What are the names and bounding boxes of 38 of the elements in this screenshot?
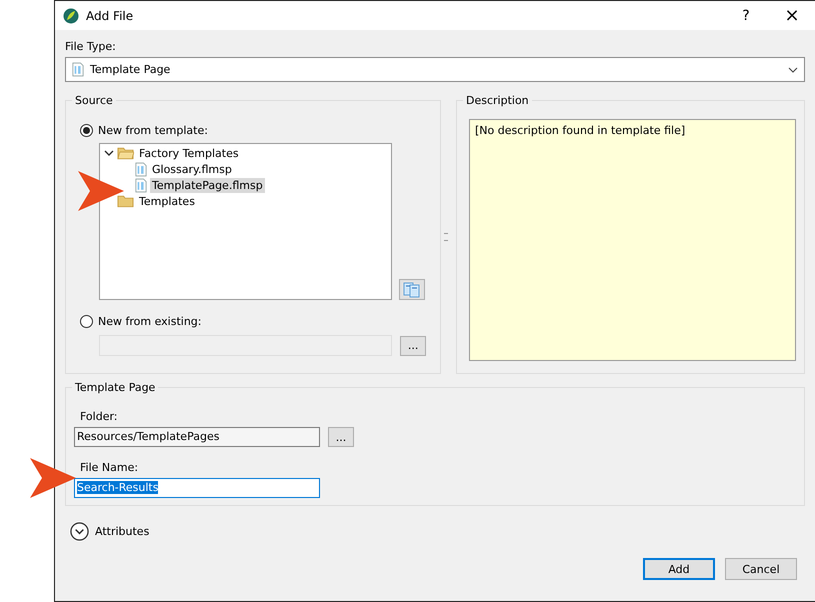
radio-button[interactable] xyxy=(80,124,93,136)
tree-item[interactable]: Factory Templates xyxy=(137,146,241,160)
attributes-label: Attributes xyxy=(95,525,150,538)
radio-button[interactable] xyxy=(80,314,93,328)
folder-field[interactable]: Resources/TemplatePages xyxy=(74,427,320,447)
tree-item[interactable]: TemplatePage.flmsp xyxy=(150,178,265,192)
help-button[interactable]: ? xyxy=(723,1,769,30)
expand-icon[interactable] xyxy=(70,522,89,541)
callout-arrow-icon xyxy=(78,171,124,211)
file-icon xyxy=(135,178,147,192)
callout-arrow-icon xyxy=(30,458,76,498)
chevron-icon[interactable] xyxy=(104,148,114,158)
tree-item[interactable]: Glossary.flmsp xyxy=(150,162,234,176)
leaf-logo-icon xyxy=(63,8,79,24)
file-icon xyxy=(72,62,84,77)
description-text: [No description found in template file] xyxy=(469,119,796,361)
field-label: File Name: xyxy=(80,461,138,474)
folder-icon xyxy=(117,194,134,208)
open-folder-icon xyxy=(117,146,134,160)
documents-icon xyxy=(403,282,421,298)
window-title: Add File xyxy=(86,8,134,22)
dialog-button[interactable]: Cancel xyxy=(725,558,797,580)
tree-item[interactable]: Templates xyxy=(137,194,197,208)
browse-button[interactable]: ... xyxy=(400,336,426,356)
file-name-field[interactable]: Search-Results xyxy=(74,478,320,498)
radio-label: New from existing: xyxy=(98,314,202,328)
group-title: Source xyxy=(72,94,116,107)
group-title: Description xyxy=(463,94,532,107)
file-type-dropdown[interactable]: Template Page xyxy=(65,57,805,82)
field-label: Folder: xyxy=(80,410,118,423)
caret-icon xyxy=(788,66,798,72)
group-title: Template Page xyxy=(72,381,158,394)
close-button[interactable]: × xyxy=(769,1,815,30)
field-label: File Type: xyxy=(65,40,116,53)
radio-label: New from template: xyxy=(98,124,208,136)
browse-button[interactable]: ... xyxy=(328,427,354,447)
file-icon xyxy=(135,162,147,176)
dialog-button[interactable]: Add xyxy=(643,558,715,580)
